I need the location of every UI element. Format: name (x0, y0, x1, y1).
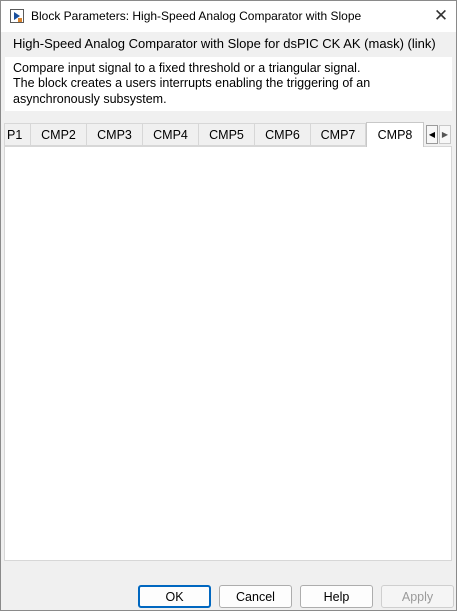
description-line-1: Compare input signal to a fixed threshol… (13, 61, 361, 75)
tab-scroll-left-icon[interactable]: ◀ (426, 125, 438, 144)
tab-cmp2[interactable]: CMP2 (30, 123, 86, 146)
tab-cmp4[interactable]: CMP4 (142, 123, 198, 146)
close-icon[interactable]: ✕ (429, 6, 453, 26)
ok-button[interactable]: OK (138, 585, 211, 608)
tab-cmp8[interactable]: CMP8 (366, 122, 424, 147)
description-line-2: The block creates a users interrupts ena… (13, 76, 371, 90)
dialog-window: Block Parameters: High-Speed Analog Comp… (0, 0, 457, 611)
description-line-3: asynchronously subsystem. (13, 92, 167, 106)
tab-strip: P1 CMP2 CMP3 CMP4 CMP5 CMP6 CMP7 CMP8 ◀ … (4, 122, 453, 147)
tab-cmp3[interactable]: CMP3 (86, 123, 142, 146)
cancel-button[interactable]: Cancel (219, 585, 292, 608)
block-parameters-icon (10, 9, 24, 23)
tab-cmp5[interactable]: CMP5 (198, 123, 254, 146)
help-button[interactable]: Help (300, 585, 373, 608)
mask-title: High-Speed Analog Comparator with Slope … (13, 36, 436, 51)
tab-p1[interactable]: P1 (4, 123, 30, 146)
title-bar[interactable]: Block Parameters: High-Speed Analog Comp… (1, 1, 456, 32)
tab-content-panel (4, 146, 452, 561)
tab-scroll-right-icon[interactable]: ▶ (439, 125, 451, 144)
tab-cmp7[interactable]: CMP7 (310, 123, 366, 146)
tab-cmp6[interactable]: CMP6 (254, 123, 310, 146)
window-title: Block Parameters: High-Speed Analog Comp… (31, 9, 362, 23)
apply-button[interactable]: Apply (381, 585, 454, 608)
